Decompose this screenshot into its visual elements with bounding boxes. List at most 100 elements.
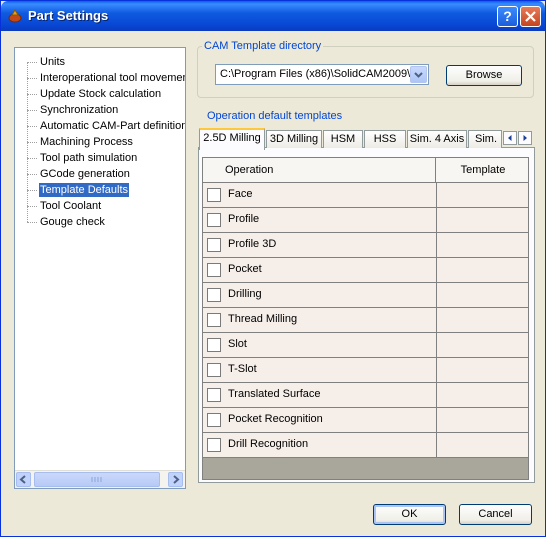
operation-checkbox[interactable] xyxy=(207,188,221,202)
template-cell[interactable] xyxy=(437,233,528,257)
tree-item-tool-coolant[interactable]: Tool Coolant xyxy=(15,198,185,214)
table-row[interactable]: Pocket Recognition xyxy=(203,408,528,433)
template-cell[interactable] xyxy=(437,333,528,357)
operation-name: T-Slot xyxy=(228,363,257,375)
tree-item-label: Gouge check xyxy=(40,216,105,228)
template-cell[interactable] xyxy=(437,358,528,382)
template-cell[interactable] xyxy=(437,258,528,282)
operation-checkbox[interactable] xyxy=(207,213,221,227)
tree-item-label: Machining Process xyxy=(40,136,133,148)
tab-sim-5-axis[interactable]: Sim. xyxy=(468,130,502,148)
tree-item-gouge-check[interactable]: Gouge check xyxy=(15,214,185,230)
tab-sim-4-axis[interactable]: Sim. 4 Axis xyxy=(407,130,467,148)
browse-button[interactable]: Browse xyxy=(446,65,522,86)
cancel-button[interactable]: Cancel xyxy=(459,504,532,525)
ok-button[interactable]: OK xyxy=(373,504,446,525)
tab-scroll-right-button[interactable] xyxy=(518,131,532,145)
solidcam-app-icon xyxy=(8,9,22,23)
operation-name: Translated Surface xyxy=(228,388,321,400)
table-row[interactable]: Profile 3D xyxy=(203,233,528,258)
table-row[interactable]: Thread Milling xyxy=(203,308,528,333)
settings-tree[interactable]: Units Interoperational tool movemen Upda… xyxy=(14,47,186,489)
grip-icon xyxy=(91,477,102,482)
operation-checkbox[interactable] xyxy=(207,263,221,277)
part-settings-dialog: Part Settings ? Units Interoperational t… xyxy=(0,0,546,537)
operation-checkbox[interactable] xyxy=(207,288,221,302)
operation-checkbox[interactable] xyxy=(207,413,221,427)
template-cell[interactable] xyxy=(437,283,528,307)
tree-item-units[interactable]: Units xyxy=(15,54,185,70)
table-row[interactable]: Face xyxy=(203,183,528,208)
chevron-right-icon xyxy=(523,135,527,141)
scrollbar-thumb[interactable] xyxy=(34,472,160,487)
tab-2-5d-milling[interactable]: 2.5D Milling xyxy=(199,128,265,150)
template-cell[interactable] xyxy=(437,433,528,457)
table-row[interactable]: Drilling xyxy=(203,283,528,308)
help-button[interactable]: ? xyxy=(497,6,518,27)
operation-name: Pocket Recognition xyxy=(228,413,323,425)
table-row[interactable]: Translated Surface xyxy=(203,383,528,408)
tree-item-label: Interoperational tool movemen xyxy=(40,72,186,84)
table-row[interactable]: Pocket xyxy=(203,258,528,283)
scroll-right-button[interactable] xyxy=(168,472,183,487)
operation-name: Face xyxy=(228,188,253,200)
template-directory-combobox[interactable]: C:\Program Files (x86)\SolidCAM2009\ xyxy=(215,64,429,85)
chevron-left-icon xyxy=(19,475,26,484)
window-title: Part Settings xyxy=(28,8,109,23)
template-cell[interactable] xyxy=(437,408,528,432)
tree-item-machining-process[interactable]: Machining Process xyxy=(15,134,185,150)
tree-item-interoperational-tool-movement[interactable]: Interoperational tool movemen xyxy=(15,70,186,86)
tree-horizontal-scrollbar[interactable] xyxy=(15,470,185,488)
table-row[interactable]: Slot xyxy=(203,333,528,358)
column-header-template[interactable]: Template xyxy=(437,158,528,182)
tree-item-template-defaults[interactable]: Template Defaults xyxy=(15,182,185,198)
tab-hss[interactable]: HSS xyxy=(364,130,406,148)
tree-item-label: Tool path simulation xyxy=(40,152,138,164)
tree-item-synchronization[interactable]: Synchronization xyxy=(15,102,185,118)
template-cell[interactable] xyxy=(437,208,528,232)
template-directory-value: C:\Program Files (x86)\SolidCAM2009\ xyxy=(220,68,411,80)
template-cell[interactable] xyxy=(437,308,528,332)
tab-3d-milling[interactable]: 3D Milling xyxy=(266,130,322,148)
tab-scroll-left-button[interactable] xyxy=(503,131,517,145)
tree-item-automatic-cam-part-definition[interactable]: Automatic CAM-Part definition xyxy=(15,118,186,134)
operation-name: Drill Recognition xyxy=(228,438,309,450)
tree-item-label: Update Stock calculation xyxy=(40,88,162,100)
chevron-right-icon xyxy=(173,475,180,484)
title-bar[interactable]: Part Settings ? xyxy=(1,1,545,31)
close-icon xyxy=(525,11,536,22)
operation-templates-grid[interactable]: Operation Template Face Profile Profile 3D… xyxy=(202,157,529,480)
scroll-left-button[interactable] xyxy=(16,472,31,487)
operation-default-templates-title: Operation default templates xyxy=(205,110,345,122)
tree-item-gcode-generation[interactable]: GCode generation xyxy=(15,166,185,182)
table-row[interactable]: T-Slot xyxy=(203,358,528,383)
template-cell[interactable] xyxy=(437,183,528,207)
operation-checkbox[interactable] xyxy=(207,238,221,252)
close-button[interactable] xyxy=(520,6,541,27)
table-row[interactable]: Drill Recognition xyxy=(203,433,528,458)
tree-item-label: Units xyxy=(40,56,66,68)
operation-name: Thread Milling xyxy=(228,313,298,325)
operation-checkbox[interactable] xyxy=(207,363,221,377)
tree-item-label: Automatic CAM-Part definition xyxy=(40,120,186,132)
operation-name: Profile 3D xyxy=(228,238,277,250)
operation-checkbox[interactable] xyxy=(207,438,221,452)
operation-name: Pocket xyxy=(228,263,262,275)
tree-item-update-stock-calculation[interactable]: Update Stock calculation xyxy=(15,86,185,102)
operation-name: Profile xyxy=(228,213,260,225)
tree-item-label: Tool Coolant xyxy=(40,200,102,212)
tree-item-tool-path-simulation[interactable]: Tool path simulation xyxy=(15,150,185,166)
chevron-down-icon xyxy=(414,72,423,78)
operation-checkbox[interactable] xyxy=(207,313,221,327)
tab-hsm[interactable]: HSM xyxy=(323,130,363,148)
table-row[interactable]: Profile xyxy=(203,208,528,233)
column-header-operation[interactable]: Operation xyxy=(203,158,436,182)
operation-checkbox[interactable] xyxy=(207,388,221,402)
cam-template-directory-title: CAM Template directory xyxy=(202,40,324,52)
chevron-left-icon xyxy=(508,135,512,141)
operation-checkbox[interactable] xyxy=(207,338,221,352)
operation-name: Drilling xyxy=(228,288,262,300)
template-cell[interactable] xyxy=(437,383,528,407)
tree-item-label: Template Defaults xyxy=(39,183,130,197)
combobox-dropdown-button[interactable] xyxy=(410,66,427,83)
